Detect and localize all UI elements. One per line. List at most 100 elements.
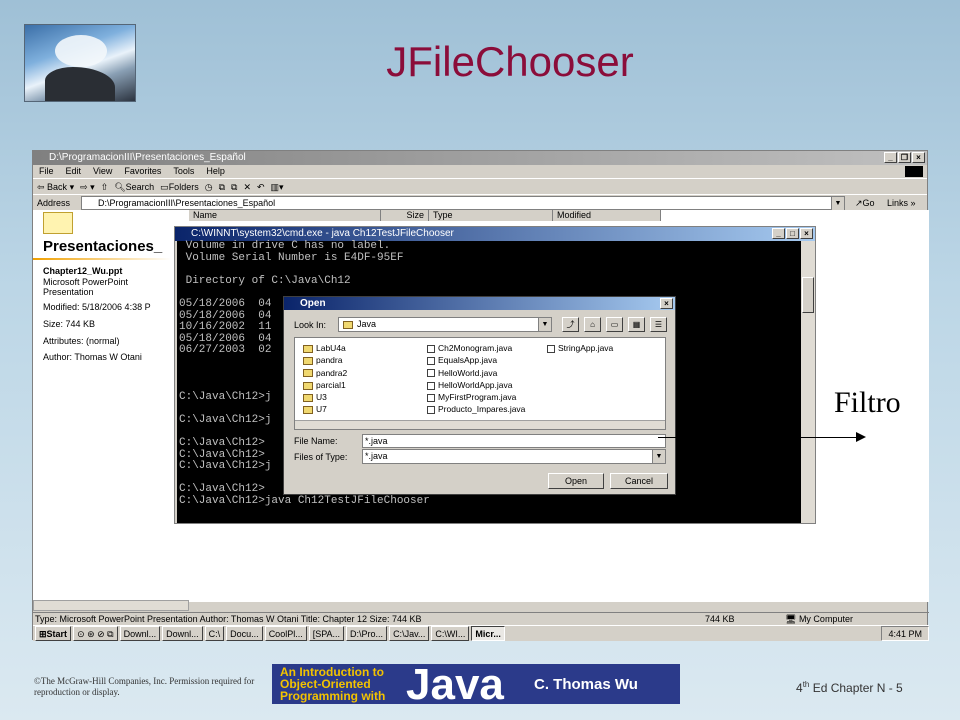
file-column-2: Ch2Monogram.java EqualsApp.java HelloWorld… — [427, 342, 525, 416]
menu-item-file[interactable]: File — [39, 165, 54, 178]
list-item[interactable]: EqualsApp.java — [427, 354, 525, 366]
file-name-label: File Name: — [294, 436, 338, 446]
list-item-label: parcial1 — [316, 379, 346, 390]
file-icon — [427, 357, 435, 366]
move-to-icon[interactable]: ⧉ — [219, 179, 225, 194]
list-view-icon[interactable]: ▦ — [628, 317, 645, 332]
open-button[interactable]: Open — [548, 473, 604, 489]
cmd-titlebar[interactable]: C:\WINNT\system32\cmd.exe - java Ch12Tes… — [175, 227, 815, 241]
cmd-scroll-thumb[interactable] — [802, 277, 814, 313]
list-item[interactable]: pandra2 — [303, 367, 347, 379]
cmd-maximize-button[interactable]: □ — [786, 228, 799, 239]
column-name[interactable]: Name — [189, 210, 381, 221]
list-item[interactable]: StringApp.java — [547, 342, 613, 354]
menu-item-help[interactable]: Help — [206, 165, 225, 178]
back-button[interactable]: ⇦ Back ▾ — [37, 179, 74, 194]
taskbar-button[interactable]: Micr... — [471, 626, 505, 641]
folder-icon — [303, 393, 313, 402]
menu-item-tools[interactable]: Tools — [173, 165, 194, 178]
start-button[interactable]: ⊞Start — [35, 626, 72, 641]
list-item[interactable]: U3 — [303, 391, 347, 403]
list-item-label: HelloWorldApp.java — [438, 379, 513, 390]
up-one-level-icon[interactable]: ⤴ — [562, 317, 579, 332]
list-item-label: MyFirstProgram.java — [438, 392, 517, 403]
book-banner: An Introduction to Object-Oriented Progr… — [272, 664, 680, 704]
console-line: C:\Java\Ch12>java Ch12TestJFileChooser — [179, 495, 430, 508]
cmd-minimize-button[interactable]: _ — [772, 228, 785, 239]
address-input[interactable]: D:\ProgramacionIII\Presentaciones_Españo… — [81, 196, 845, 210]
address-bar: Address D:\ProgramacionIII\Presentacione… — [33, 194, 927, 210]
list-item[interactable]: MyFirstProgram.java — [427, 391, 525, 403]
taskbar-button[interactable]: D:\Pro... — [346, 626, 388, 641]
menu-item-favorites[interactable]: Favorites — [124, 165, 161, 178]
taskbar-button[interactable]: [SPA... — [308, 626, 345, 641]
file-icon — [427, 406, 435, 415]
details-view-icon[interactable]: ☰ — [650, 317, 667, 332]
delete-icon[interactable]: ✕ — [243, 179, 251, 194]
list-item[interactable]: U7 — [303, 403, 347, 415]
list-item[interactable]: HelloWorldApp.java — [427, 379, 525, 391]
taskbar-button[interactable]: C:\Jav... — [389, 626, 430, 641]
list-item[interactable]: Producto_Impares.java — [427, 403, 525, 415]
minimize-button[interactable]: _ — [884, 152, 897, 163]
column-type[interactable]: Type — [429, 210, 553, 221]
go-button[interactable]: ↗Go — [855, 195, 875, 211]
chevron-down-icon[interactable]: ▼ — [652, 450, 665, 463]
taskbar-button[interactable]: C:\WI... — [431, 626, 470, 641]
new-folder-icon[interactable]: ▭ — [606, 317, 623, 332]
up-folder-icon[interactable]: ⇧ — [101, 179, 109, 194]
forward-button[interactable]: ⇨ ▾ — [80, 179, 95, 194]
search-button[interactable]: 🔍︎Search — [114, 179, 154, 194]
list-item-label: Ch2Monogram.java — [438, 343, 513, 353]
list-item[interactable]: pandra — [303, 354, 347, 366]
views-icon[interactable]: ▥▾ — [271, 179, 284, 194]
list-item[interactable]: parcial1 — [303, 379, 347, 391]
taskbar-button[interactable]: Downl... — [119, 626, 161, 641]
folder-icon — [343, 321, 353, 329]
list-item[interactable]: Ch2Monogram.java — [427, 342, 525, 354]
cmd-title: C:\WINNT\system32\cmd.exe - java Ch12Tes… — [191, 228, 454, 239]
links-button[interactable]: Links » — [887, 195, 916, 211]
dialog-close-button[interactable]: × — [660, 298, 673, 309]
column-size[interactable]: Size — [381, 210, 429, 221]
selected-file-author: Author: Thomas W Otani — [43, 352, 142, 362]
undo-icon[interactable]: ↶ — [257, 179, 265, 194]
chevron-down-icon[interactable]: ▼ — [538, 318, 551, 331]
clock[interactable]: 4:41 PM — [888, 629, 922, 639]
folder-icon — [303, 357, 313, 366]
cmd-vertical-scrollbar[interactable] — [801, 241, 815, 523]
look-in-select[interactable]: Java ▼ — [338, 317, 552, 332]
horizontal-scrollbar[interactable] — [33, 600, 189, 611]
taskbar-button[interactable]: Docu... — [226, 626, 263, 641]
history-icon[interactable]: ◷ — [205, 179, 213, 194]
menu-item-view[interactable]: View — [93, 165, 112, 178]
explorer-titlebar[interactable]: D:\ProgramacionIII\Presentaciones_Españo… — [33, 151, 927, 165]
column-modified[interactable]: Modified — [553, 210, 661, 221]
windows-logo-icon — [905, 166, 923, 177]
explorer-title: D:\ProgramacionIII\Presentaciones_Españo… — [49, 152, 246, 163]
list-item[interactable]: LabU4a — [303, 342, 347, 354]
look-in-label: Look In: — [294, 320, 327, 330]
file-list[interactable]: LabU4a pandra pandra2 parcial1 U3 U7 Ch2Monog… — [294, 337, 666, 430]
file-name-input[interactable]: *.java — [362, 434, 666, 448]
restore-button[interactable]: ❐ — [898, 152, 911, 163]
taskbar-button[interactable]: CoolPl... — [264, 626, 307, 641]
cmd-close-button[interactable]: × — [800, 228, 813, 239]
taskbar-button[interactable]: C:\ — [204, 626, 225, 641]
home-icon[interactable]: ⌂ — [584, 317, 601, 332]
close-button[interactable]: × — [912, 152, 925, 163]
taskbar-button[interactable]: Downl... — [162, 626, 203, 641]
copy-to-icon[interactable]: ⧉ — [231, 179, 237, 194]
folders-button[interactable]: ▭Folders — [160, 179, 199, 194]
quicklaunch-icons[interactable]: ⊙ ⊛ ⊘ ⧉ — [73, 626, 118, 641]
selected-file-size: Size: 744 KB — [43, 319, 96, 329]
dialog-titlebar[interactable]: Open × — [284, 297, 675, 310]
list-item[interactable]: HelloWorld.java — [427, 367, 525, 379]
address-dropdown-arrow[interactable]: ▼ — [831, 197, 844, 210]
files-of-type-select[interactable]: *.java ▼ — [362, 449, 666, 464]
list-item-label: U3 — [316, 392, 327, 403]
file-list-scrollbar[interactable] — [295, 420, 665, 429]
folder-icon — [303, 406, 313, 415]
cancel-button[interactable]: Cancel — [610, 473, 668, 489]
menu-item-edit[interactable]: Edit — [66, 165, 82, 178]
